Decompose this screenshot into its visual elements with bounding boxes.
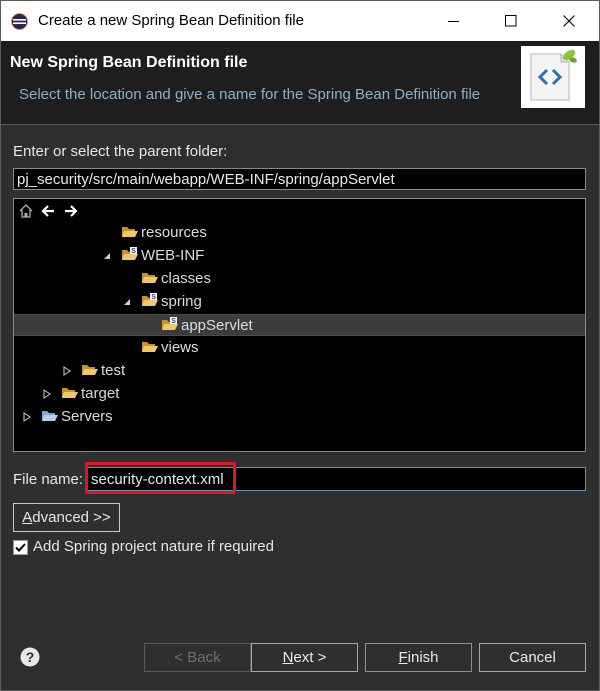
title-bar: Create a new Spring Bean Definition file [1,1,599,41]
finish-mnemonic: F [398,649,408,666]
folder-open-icon [62,388,78,398]
next-button[interactable]: Next > [251,643,358,672]
tree-item-servers[interactable]: Servers [14,406,585,428]
spring-folder-icon: S [122,247,138,260]
tree-item-label: appServlet [181,317,253,334]
chevron-collapsed-icon[interactable] [22,411,32,423]
back-button[interactable]: < Back [144,643,251,672]
tree-item-label: WEB-INF [141,247,205,264]
tree-item-resources[interactable]: resources [14,222,585,244]
advanced-mnemonic: A [22,509,33,526]
eclipse-icon [11,13,28,30]
svg-text:S: S [151,294,156,301]
minimize-button[interactable] [425,1,483,41]
tree-item-classes[interactable]: classes [14,268,585,290]
checkmark-icon [15,543,26,552]
tree-item-target[interactable]: target [14,383,585,405]
tree-item-label: target [81,385,120,402]
svg-text:S: S [171,318,176,325]
next-label: ext > [293,649,327,666]
folder-open-icon [142,273,158,283]
tree-item-label: Servers [61,408,113,425]
close-icon [563,15,575,27]
nature-checkbox-label[interactable]: Add Spring project nature if required [33,538,274,555]
spring-xml-file-icon [521,46,585,108]
tree-item-appservlet[interactable]: S appServlet [14,314,585,336]
window-title: Create a new Spring Bean Definition file [38,12,304,29]
tree-item-label: test [101,362,126,379]
tree-item-web-inf[interactable]: S WEB-INF [14,245,585,267]
svg-text:?: ? [26,649,35,665]
minimize-icon [448,21,459,22]
tree-item-label: views [161,339,199,356]
parent-folder-input[interactable] [13,168,586,190]
dialog-window: Create a new Spring Bean Definition file… [0,0,600,691]
tree-item-label: spring [161,293,202,310]
forward-arrow-icon[interactable] [63,203,79,219]
folder-open-icon [122,227,138,237]
tree-item-label: resources [141,224,207,241]
spring-folder-icon: S [162,317,178,330]
nature-checkbox[interactable] [13,540,28,555]
help-icon[interactable]: ? [20,647,40,667]
tree-item-spring[interactable]: S spring [14,291,585,313]
cancel-button[interactable]: Cancel [479,643,586,672]
tree-item-label: classes [161,270,212,287]
wizard-header: New Spring Bean Definition file Select t… [1,41,599,125]
finish-button[interactable]: Finish [365,643,472,672]
back-arrow-icon[interactable] [40,203,56,219]
parent-folder-label: Enter or select the parent folder: [13,143,228,160]
maximize-icon [505,15,517,27]
file-name-input[interactable] [85,467,586,491]
chevron-expanded-icon[interactable] [102,250,112,262]
advanced-button[interactable]: Advanced >> [13,503,120,532]
next-mnemonic: N [282,649,294,666]
file-name-label: File name: [13,471,84,488]
advanced-label: dvanced >> [32,509,111,526]
home-icon[interactable] [18,203,34,219]
svg-text:S: S [131,248,136,255]
server-folder-icon [42,411,58,421]
chevron-expanded-icon[interactable] [122,296,132,308]
chevron-collapsed-icon[interactable] [62,365,72,377]
wizard-title: New Spring Bean Definition file [10,54,248,71]
spring-folder-icon: S [142,293,158,306]
folder-open-icon [82,365,98,375]
folder-tree[interactable]: resources S WEB-INF classes S spring S a… [13,198,586,452]
wizard-subtitle: Select the location and give a name for … [19,86,481,103]
tree-item-test[interactable]: test [14,360,585,382]
finish-label: inish [407,649,439,666]
tree-item-views[interactable]: views [14,337,585,359]
maximize-button[interactable] [482,1,540,41]
chevron-collapsed-icon[interactable] [42,388,52,400]
folder-open-icon [142,342,158,352]
close-button[interactable] [540,1,598,41]
